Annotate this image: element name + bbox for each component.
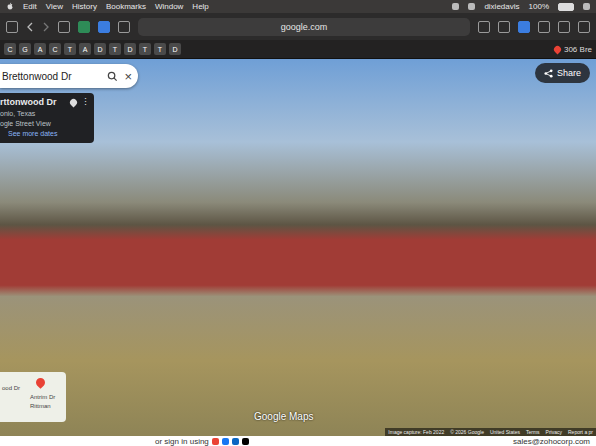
back-icon[interactable] <box>26 22 34 32</box>
share-icon[interactable] <box>538 21 550 33</box>
screen: Edit View History Bookmarks Window Help dixie… <box>0 0 596 446</box>
info-card: rttonwood Dr ⋮ onio, Texas ogle Street V… <box>0 93 94 143</box>
extension-icon[interactable] <box>98 21 110 33</box>
location-icon[interactable] <box>69 97 79 107</box>
menu-item[interactable]: Edit <box>23 2 37 11</box>
browser-tab[interactable]: 306 Bre <box>554 45 592 54</box>
user-name[interactable]: dixiedavis <box>484 2 519 11</box>
card-subtitle: onio, Texas <box>0 110 90 117</box>
favorite-item[interactable]: D <box>94 43 106 55</box>
street-view-footer: Image capture: Feb 2022 © 2026 Google Unit… <box>385 428 596 436</box>
share-label: Share <box>557 68 581 78</box>
tabs-icon[interactable] <box>578 21 590 33</box>
settings-icon[interactable] <box>498 21 510 33</box>
share-button[interactable]: Share <box>535 63 590 83</box>
footer-item[interactable]: Terms <box>526 429 540 435</box>
extension-icon[interactable] <box>518 21 530 33</box>
x-icon[interactable] <box>242 438 249 445</box>
sign-in-text: or sign in using <box>155 437 209 446</box>
map-label: Rittman <box>2 403 66 409</box>
mini-map[interactable]: ood Dr Antrim Dr Rittman <box>0 372 66 422</box>
favorite-item[interactable]: G <box>19 43 31 55</box>
footer-item[interactable]: Privacy <box>546 429 562 435</box>
google-maps-watermark: Google Maps <box>254 411 313 422</box>
menu-item[interactable]: View <box>46 2 63 11</box>
favorite-item[interactable]: T <box>64 43 76 55</box>
battery-icon[interactable] <box>558 3 574 11</box>
status-icon[interactable] <box>452 3 459 10</box>
google-icon[interactable] <box>212 438 219 445</box>
forward-icon[interactable] <box>42 22 50 32</box>
address-text: google.com <box>281 22 328 32</box>
footer-item[interactable]: United States <box>490 429 520 435</box>
favorite-item[interactable]: A <box>79 43 91 55</box>
email-link[interactable]: sales@zohocorp.com <box>513 437 590 446</box>
toolbar: google.com <box>0 13 596 40</box>
sidebar-icon[interactable] <box>6 21 18 33</box>
battery-level: 100% <box>529 2 549 11</box>
menu-bar: Edit View History Bookmarks Window Help dixie… <box>0 0 596 13</box>
card-source: ogle Street View <box>0 120 90 127</box>
wifi-icon[interactable] <box>583 3 590 10</box>
favorite-item[interactable]: D <box>124 43 136 55</box>
linkedin-icon[interactable] <box>232 438 239 445</box>
favorite-item[interactable]: T <box>139 43 151 55</box>
address-bar[interactable]: google.com <box>138 18 470 36</box>
favorite-item[interactable]: C <box>4 43 16 55</box>
search-text: Brettonwood Dr <box>2 71 101 82</box>
map-pin-icon <box>34 376 47 389</box>
menu-item[interactable]: Bookmarks <box>106 2 146 11</box>
favorites-bar: CGACTADTDTTD 306 Bre <box>0 40 596 59</box>
menu-item[interactable]: Window <box>155 2 183 11</box>
footer-item[interactable]: Report a pr <box>568 429 593 435</box>
tab-label: 306 Bre <box>564 45 592 54</box>
more-icon[interactable]: ⋮ <box>81 97 90 107</box>
extension-icon[interactable] <box>58 21 70 33</box>
search-box[interactable]: Brettonwood Dr × <box>0 64 138 88</box>
menu-item[interactable]: History <box>72 2 97 11</box>
favorite-item[interactable]: T <box>154 43 166 55</box>
map-label: ood Dr <box>2 385 66 391</box>
clear-button[interactable]: × <box>124 69 132 84</box>
shield-icon[interactable] <box>78 21 90 33</box>
new-tab-icon[interactable] <box>558 21 570 33</box>
maps-pin-icon <box>553 44 563 54</box>
extension-icon[interactable] <box>118 21 130 33</box>
reload-icon[interactable] <box>478 21 490 33</box>
menu-item[interactable]: Help <box>192 2 208 11</box>
favorite-item[interactable]: D <box>169 43 181 55</box>
favorite-item[interactable]: A <box>34 43 46 55</box>
favorite-item[interactable]: C <box>49 43 61 55</box>
favorite-item[interactable]: T <box>109 43 121 55</box>
footer-item[interactable]: © 2026 Google <box>450 429 484 435</box>
status-icon[interactable] <box>468 3 475 10</box>
search-icon[interactable] <box>107 71 118 82</box>
card-title: rttonwood Dr <box>0 97 57 107</box>
page-footer: or sign in using sales@zohocorp.com <box>0 436 596 446</box>
more-dates-link[interactable]: See more dates <box>0 130 90 137</box>
footer-item[interactable]: Image capture: Feb 2022 <box>388 429 444 435</box>
facebook-icon[interactable] <box>222 438 229 445</box>
street-view-photo[interactable]: Brettonwood Dr × rttonwood Dr ⋮ onio, Te… <box>0 59 596 436</box>
map-label: Antrim Dr <box>2 394 66 400</box>
apple-icon[interactable] <box>6 2 14 12</box>
share-icon <box>544 69 553 78</box>
